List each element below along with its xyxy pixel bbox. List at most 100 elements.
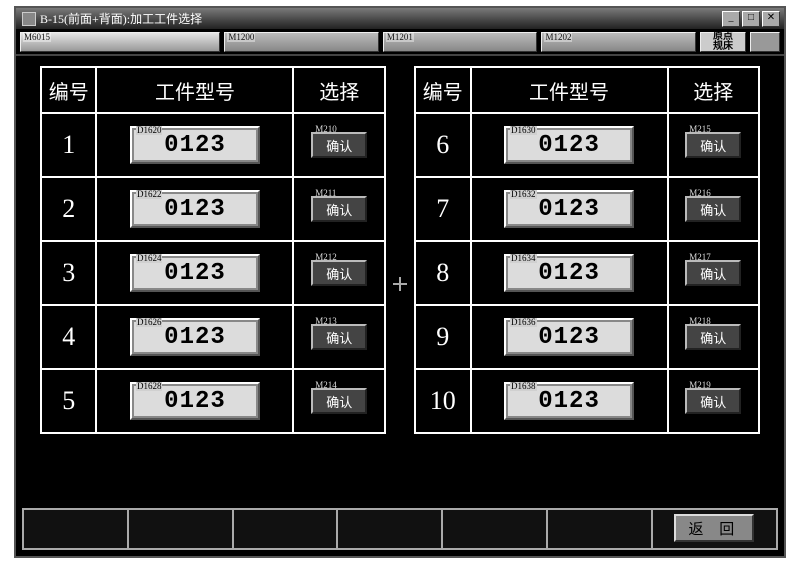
titlebar: B-15(前面+背面):加工工件选择 _ □ ✕ xyxy=(16,8,784,30)
row-select-cell: M217确认 xyxy=(668,241,759,305)
confirm-button[interactable]: M215确认 xyxy=(685,132,741,158)
tag-row: M6015 M1200 M1201 M1202 原点 规床 xyxy=(16,30,784,56)
window-title: B-15(前面+背面):加工工件选择 xyxy=(40,10,722,27)
bottom-slot-5[interactable] xyxy=(442,508,547,550)
model-value: 0123 xyxy=(538,196,600,223)
model-register-tag: D1622 xyxy=(136,190,163,199)
bottom-slot-2[interactable] xyxy=(128,508,233,550)
bottom-slot-3[interactable] xyxy=(233,508,338,550)
confirm-register-tag: M219 xyxy=(689,381,711,390)
confirm-button[interactable]: M213确认 xyxy=(311,324,367,350)
tag-2[interactable]: M1201 xyxy=(383,32,538,52)
confirm-label: 确认 xyxy=(326,328,352,347)
model-value: 0123 xyxy=(538,388,600,415)
confirm-button[interactable]: M216确认 xyxy=(685,196,741,222)
tag-1[interactable]: M1200 xyxy=(224,32,379,52)
model-display[interactable]: D16260123 xyxy=(130,318,260,356)
row-model-cell: D16240123 xyxy=(96,241,293,305)
row-index: 10 xyxy=(415,369,471,433)
confirm-register-tag: M215 xyxy=(689,125,711,134)
table-header-row: 编号 工件型号 选择 xyxy=(41,67,385,113)
confirm-button[interactable]: M210确认 xyxy=(311,132,367,158)
table-row: 2 D16220123 M211确认 xyxy=(41,177,385,241)
maximize-button[interactable]: □ xyxy=(742,11,760,27)
tag-main-label: M6015 xyxy=(23,32,51,42)
row-select-cell: M210确认 xyxy=(293,113,385,177)
model-display[interactable]: D16360123 xyxy=(504,318,634,356)
model-value: 0123 xyxy=(164,324,226,351)
workpiece-table-left: 编号 工件型号 选择 1D16200123M210确认2D16220123M21… xyxy=(40,66,386,434)
minimize-button[interactable]: _ xyxy=(722,11,740,27)
row-index: 8 xyxy=(415,241,471,305)
table-row: 8 D16340123 M217确认 xyxy=(415,241,759,305)
confirm-button[interactable]: M211确认 xyxy=(311,196,367,222)
model-display[interactable]: D16240123 xyxy=(130,254,260,292)
table-row: 10 D16380123 M219 确认 xyxy=(415,369,759,433)
tag-origin[interactable]: 原点 规床 xyxy=(700,32,746,52)
tag-1-label: M1200 xyxy=(227,32,255,42)
model-display[interactable]: D16280123 xyxy=(130,382,260,420)
model-display[interactable]: D16380123 xyxy=(504,382,634,420)
confirm-button[interactable]: M219确认 xyxy=(685,388,741,414)
back-button[interactable]: 返 回 xyxy=(674,514,754,542)
header-select: 选择 xyxy=(668,67,759,113)
confirm-label: 确认 xyxy=(700,392,726,411)
row-model-cell: D16340123 xyxy=(471,241,668,305)
model-value: 0123 xyxy=(538,260,600,287)
tag-end[interactable] xyxy=(750,32,780,52)
row-model-cell: D16300123 xyxy=(471,113,668,177)
row-model-cell: D16280123 xyxy=(96,369,293,433)
close-button[interactable]: ✕ xyxy=(762,11,780,27)
tag-3[interactable]: M1202 xyxy=(541,32,696,52)
row-model-cell: D16380123 xyxy=(471,369,668,433)
tag-main[interactable]: M6015 xyxy=(20,32,220,52)
model-value: 0123 xyxy=(164,260,226,287)
bottom-slot-6[interactable] xyxy=(547,508,652,550)
row-model-cell: D16260123 xyxy=(96,305,293,369)
content-area: 编号 工件型号 选择 1D16200123M210确认2D16220123M21… xyxy=(16,56,784,434)
model-register-tag: D1624 xyxy=(136,254,163,263)
model-display[interactable]: D16340123 xyxy=(504,254,634,292)
row-index: 9 xyxy=(415,305,471,369)
confirm-button[interactable]: M218确认 xyxy=(685,324,741,350)
confirm-register-tag: M218 xyxy=(689,317,711,326)
model-register-tag: D1620 xyxy=(136,126,163,135)
confirm-button[interactable]: M214确认 xyxy=(311,388,367,414)
row-index: 6 xyxy=(415,113,471,177)
confirm-register-tag: M210 xyxy=(315,125,337,134)
model-value: 0123 xyxy=(538,324,600,351)
model-display[interactable]: D16300123 xyxy=(504,126,634,164)
confirm-label: 确认 xyxy=(326,200,352,219)
model-register-tag: D1636 xyxy=(510,318,537,327)
row-index: 1 xyxy=(41,113,96,177)
table-row: 9D16360123M218确认 xyxy=(415,305,759,369)
row-select-cell: M219 确认 xyxy=(668,369,759,433)
bottom-bar: 返 回 xyxy=(22,508,778,550)
table-row: 3D16240123M212确认 xyxy=(41,241,385,305)
app-window: B-15(前面+背面):加工工件选择 _ □ ✕ M6015 M1200 M12… xyxy=(14,6,786,558)
confirm-button[interactable]: M212确认 xyxy=(311,260,367,286)
model-display[interactable]: D16320123 xyxy=(504,190,634,228)
model-display[interactable]: D16200123 xyxy=(130,126,260,164)
window-controls: _ □ ✕ xyxy=(722,11,784,27)
bottom-slot-1[interactable] xyxy=(22,508,128,550)
row-select-cell: M211确认 xyxy=(293,177,385,241)
row-select-cell: M215确认 xyxy=(668,113,759,177)
table-row: 4D16260123M213确认 xyxy=(41,305,385,369)
confirm-register-tag: M217 xyxy=(689,253,711,262)
confirm-register-tag: M216 xyxy=(689,189,711,198)
row-select-cell: M214确认 xyxy=(293,369,385,433)
confirm-button[interactable]: M217确认 xyxy=(685,260,741,286)
row-model-cell: D16360123 xyxy=(471,305,668,369)
model-display[interactable]: D16220123 xyxy=(130,190,260,228)
workpiece-table-right: 编号 工件型号 选择 6D16300123M215确认7D16320123M21… xyxy=(414,66,760,434)
table-row: 7D16320123M216确认 xyxy=(415,177,759,241)
row-select-cell: M213确认 xyxy=(293,305,385,369)
row-index: 2 xyxy=(41,177,96,241)
tag-2-label: M1201 xyxy=(386,32,414,42)
bottom-slot-4[interactable] xyxy=(337,508,442,550)
model-register-tag: D1630 xyxy=(510,126,537,135)
confirm-label: 确认 xyxy=(700,328,726,347)
row-select-cell: M212确认 xyxy=(293,241,385,305)
model-value: 0123 xyxy=(164,388,226,415)
